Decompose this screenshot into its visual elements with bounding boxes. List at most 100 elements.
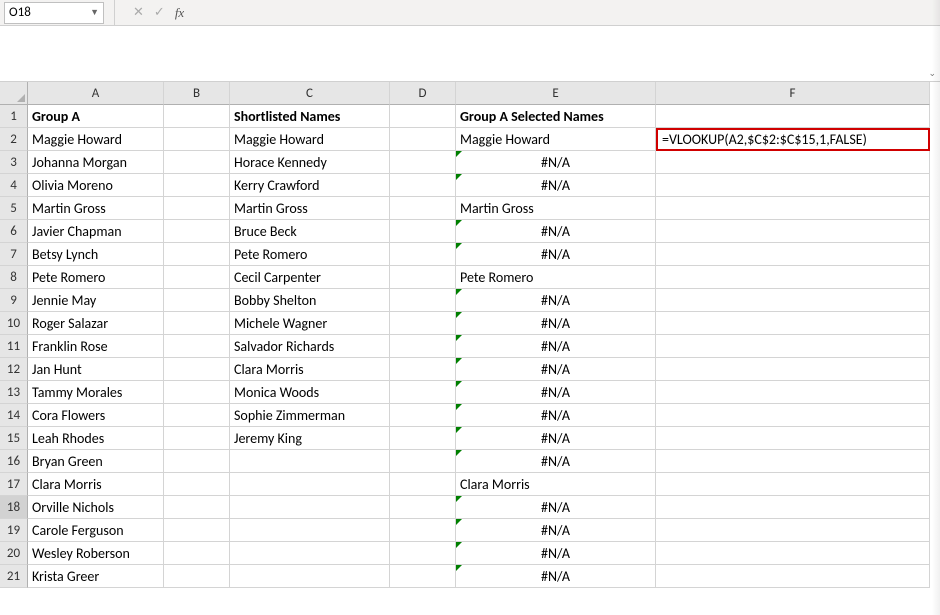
name-box[interactable]: O18 ▼ [4,2,104,24]
expand-formula-bar-icon[interactable]: ⌄ [928,68,936,79]
cell[interactable]: Sophie Zimmerman [230,404,390,427]
cell[interactable]: Martin Gross [230,197,390,220]
na-error-cell[interactable]: #N/A [456,174,656,197]
cell[interactable]: Clara Morris [28,473,164,496]
cell[interactable] [164,358,230,381]
cell[interactable]: Monica Woods [230,381,390,404]
cell[interactable]: Bryan Green [28,450,164,473]
row-header[interactable]: 18 [0,496,28,519]
cell[interactable] [656,289,930,312]
cell[interactable]: Cora Flowers [28,404,164,427]
cell[interactable] [230,519,390,542]
cell[interactable]: Maggie Howard [28,128,164,151]
row-header[interactable]: 12 [0,358,28,381]
cell[interactable] [390,220,456,243]
cell[interactable] [390,496,456,519]
cell[interactable]: Michele Wagner [230,312,390,335]
cell[interactable] [230,542,390,565]
row-header[interactable]: 8 [0,266,28,289]
formula-bar[interactable]: ⌄ [0,26,940,82]
cell[interactable]: Clara Morris [456,473,656,496]
row-header[interactable]: 17 [0,473,28,496]
row-header[interactable]: 20 [0,542,28,565]
cell[interactable]: Wesley Roberson [28,542,164,565]
cell[interactable] [390,151,456,174]
na-error-cell[interactable]: #N/A [456,427,656,450]
cell[interactable] [656,381,930,404]
cell[interactable] [390,565,456,588]
formula-display-cell[interactable]: =VLOOKUP(A2,$C$2:$C$15,1,FALSE) [656,128,930,151]
cell[interactable] [656,105,930,128]
cell[interactable] [164,565,230,588]
cell[interactable] [390,128,456,151]
cell[interactable]: Orville Nichols [28,496,164,519]
na-error-cell[interactable]: #N/A [456,312,656,335]
cell[interactable] [390,197,456,220]
row-header[interactable]: 13 [0,381,28,404]
cell[interactable]: Carole Ferguson [28,519,164,542]
na-error-cell[interactable]: #N/A [456,496,656,519]
cell[interactable]: Clara Morris [230,358,390,381]
cell[interactable] [230,473,390,496]
cell[interactable]: Jan Hunt [28,358,164,381]
cell[interactable] [656,496,930,519]
na-error-cell[interactable]: #N/A [456,243,656,266]
cell[interactable] [390,450,456,473]
cell[interactable]: Horace Kennedy [230,151,390,174]
cell[interactable] [656,565,930,588]
cell[interactable]: Olivia Moreno [28,174,164,197]
na-error-cell[interactable]: #N/A [456,289,656,312]
na-error-cell[interactable]: #N/A [456,151,656,174]
cell[interactable] [390,266,456,289]
row-header[interactable]: 21 [0,565,28,588]
cell[interactable] [656,450,930,473]
cell[interactable] [164,496,230,519]
row-header[interactable]: 6 [0,220,28,243]
column-header[interactable]: C [230,82,390,105]
cell[interactable]: Jeremy King [230,427,390,450]
cell[interactable] [164,542,230,565]
cell[interactable]: Betsy Lynch [28,243,164,266]
cell[interactable] [390,427,456,450]
cell[interactable] [164,174,230,197]
na-error-cell[interactable]: #N/A [456,450,656,473]
cell[interactable] [390,519,456,542]
cell[interactable]: Bobby Shelton [230,289,390,312]
cell[interactable] [164,312,230,335]
cell[interactable]: Johanna Morgan [28,151,164,174]
cell[interactable]: Krista Greer [28,565,164,588]
na-error-cell[interactable]: #N/A [456,565,656,588]
row-header[interactable]: 15 [0,427,28,450]
cell[interactable] [656,243,930,266]
row-header[interactable]: 3 [0,151,28,174]
cell[interactable]: Tammy Morales [28,381,164,404]
cell[interactable] [656,542,930,565]
cell[interactable] [390,312,456,335]
column-header[interactable]: F [656,82,930,105]
cell[interactable] [164,450,230,473]
na-error-cell[interactable]: #N/A [456,220,656,243]
row-header[interactable]: 19 [0,519,28,542]
cell[interactable] [656,335,930,358]
cell[interactable]: Pete Romero [230,243,390,266]
cell[interactable]: Pete Romero [28,266,164,289]
cell[interactable]: Martin Gross [456,197,656,220]
cell[interactable] [230,565,390,588]
cell[interactable] [164,266,230,289]
row-header[interactable]: 7 [0,243,28,266]
header-cell[interactable]: Shortlisted Names [230,105,390,128]
cell[interactable] [164,128,230,151]
column-header[interactable]: E [456,82,656,105]
cell[interactable] [164,404,230,427]
column-header[interactable]: B [164,82,230,105]
cell[interactable] [656,312,930,335]
cell[interactable] [656,358,930,381]
cell[interactable]: Salvador Richards [230,335,390,358]
chevron-down-icon[interactable]: ▼ [90,7,99,18]
na-error-cell[interactable]: #N/A [456,381,656,404]
row-header[interactable]: 5 [0,197,28,220]
cell[interactable] [656,473,930,496]
cell[interactable] [390,335,456,358]
cell[interactable] [164,381,230,404]
select-all-corner[interactable] [0,82,28,105]
